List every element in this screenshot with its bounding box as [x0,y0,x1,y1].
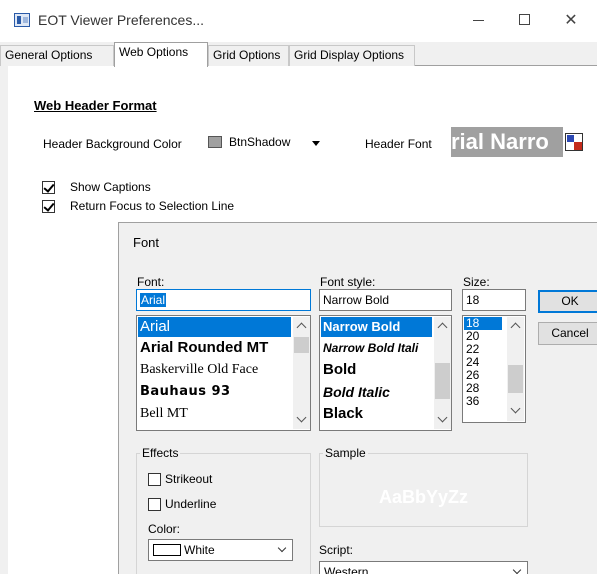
close-button[interactable]: ✕ [548,0,594,40]
app-icon [14,13,30,27]
close-icon: ✕ [564,10,578,29]
font-style-item[interactable]: Narrow Bold [321,317,432,337]
scroll-down-icon[interactable] [510,403,521,414]
show-captions-label: Show Captions [70,180,151,194]
maximize-icon [519,14,530,25]
web-header-format-title: Web Header Format [34,98,157,113]
strikeout-label: Strikeout [165,472,213,486]
font-name-value: Arial [140,293,167,307]
effects-label: Effects [140,446,181,460]
script-dropdown[interactable]: Western [319,561,528,574]
header-bg-color-label: Header Background Color [43,137,182,151]
font-name-input[interactable]: Arial [136,289,311,311]
size-list[interactable]: 18 20 22 24 26 28 36 [462,315,526,423]
strikeout-checkbox[interactable] [148,473,161,486]
font-picker-icon[interactable] [565,133,583,151]
tab-strip: General Options Web Options Grid Options… [0,42,597,67]
bg-color-dropdown-icon[interactable] [312,141,320,146]
font-style-item[interactable]: Narrow Bold Itali [321,338,418,358]
color-swatch [153,544,181,556]
font-list-item[interactable]: Bauhaus 93 [138,382,231,402]
underline-checkbox[interactable] [148,498,161,511]
font-style-item[interactable]: Black [321,404,363,424]
font-list-scrollbar[interactable] [293,317,310,429]
scroll-down-icon[interactable] [296,412,307,423]
tab-grid-display-options[interactable]: Grid Display Options [289,45,415,66]
bg-color-swatch [208,136,222,148]
title-bar: EOT Viewer Preferences... ✕ [0,0,597,42]
return-focus-checkbox[interactable] [42,200,55,213]
color-value: White [184,543,215,557]
scroll-up-icon[interactable] [296,322,307,333]
color-label: Color: [148,522,181,536]
font-dialog: Font Font: Arial Arial Arial Rounded MT … [118,222,597,574]
scroll-down-icon[interactable] [437,412,448,423]
bg-color-value[interactable]: BtnShadow [229,135,290,149]
sample-text: AaBbYyZz [378,487,468,507]
scroll-thumb[interactable] [294,337,309,353]
tab-general-options[interactable]: General Options [0,45,114,66]
tab-grid-options[interactable]: Grid Options [208,45,289,66]
font-style-list[interactable]: Narrow Bold Narrow Bold Itali Bold Bold … [319,315,452,431]
color-dropdown[interactable]: White [148,539,293,561]
header-font-label: Header Font [365,137,432,151]
scroll-up-icon[interactable] [437,322,448,333]
font-dialog-title: Font [133,235,160,250]
size-item[interactable]: 36 [464,395,479,408]
font-list[interactable]: Arial Arial Rounded MT Baskerville Old F… [136,315,311,431]
tab-web-options[interactable]: Web Options [114,42,208,67]
font-list-item[interactable]: Baskerville Old Face [138,360,258,380]
size-input[interactable]: 18 [462,289,526,311]
scroll-thumb[interactable] [435,363,450,399]
font-label: Font: [137,275,165,289]
font-style-item[interactable]: Bold [321,360,356,380]
chevron-down-icon [512,565,522,574]
script-label: Script: [319,543,354,557]
scroll-thumb[interactable] [508,365,523,393]
sample-label: Sample [323,446,368,460]
size-scrollbar[interactable] [507,317,524,421]
underline-label: Underline [165,497,217,511]
header-font-preview: rial Narro [451,127,563,157]
font-list-item[interactable]: Bell MT [138,404,188,424]
minimize-button[interactable] [456,0,502,40]
font-style-item[interactable]: Bold Italic [321,382,390,402]
chevron-down-icon [277,543,287,553]
cancel-button[interactable]: Cancel [538,322,597,345]
ok-button[interactable]: OK [538,290,597,313]
show-captions-checkbox[interactable] [42,181,55,194]
return-focus-label: Return Focus to Selection Line [70,199,235,213]
maximize-button[interactable] [502,0,548,40]
scroll-up-icon[interactable] [510,322,521,333]
font-style-label: Font style: [320,275,376,289]
font-style-scrollbar[interactable] [434,317,451,429]
size-label: Size: [463,275,490,289]
font-style-input[interactable]: Narrow Bold [319,289,452,311]
sample-group: AaBbYyZz [319,453,528,527]
font-list-item[interactable]: Arial [138,317,291,337]
window-title: EOT Viewer Preferences... [38,12,204,28]
script-value: Western [324,565,369,574]
preferences-window: EOT Viewer Preferences... ✕ General Opti… [0,0,597,574]
font-list-item[interactable]: Arial Rounded MT [138,338,268,358]
minimize-icon [473,20,484,21]
